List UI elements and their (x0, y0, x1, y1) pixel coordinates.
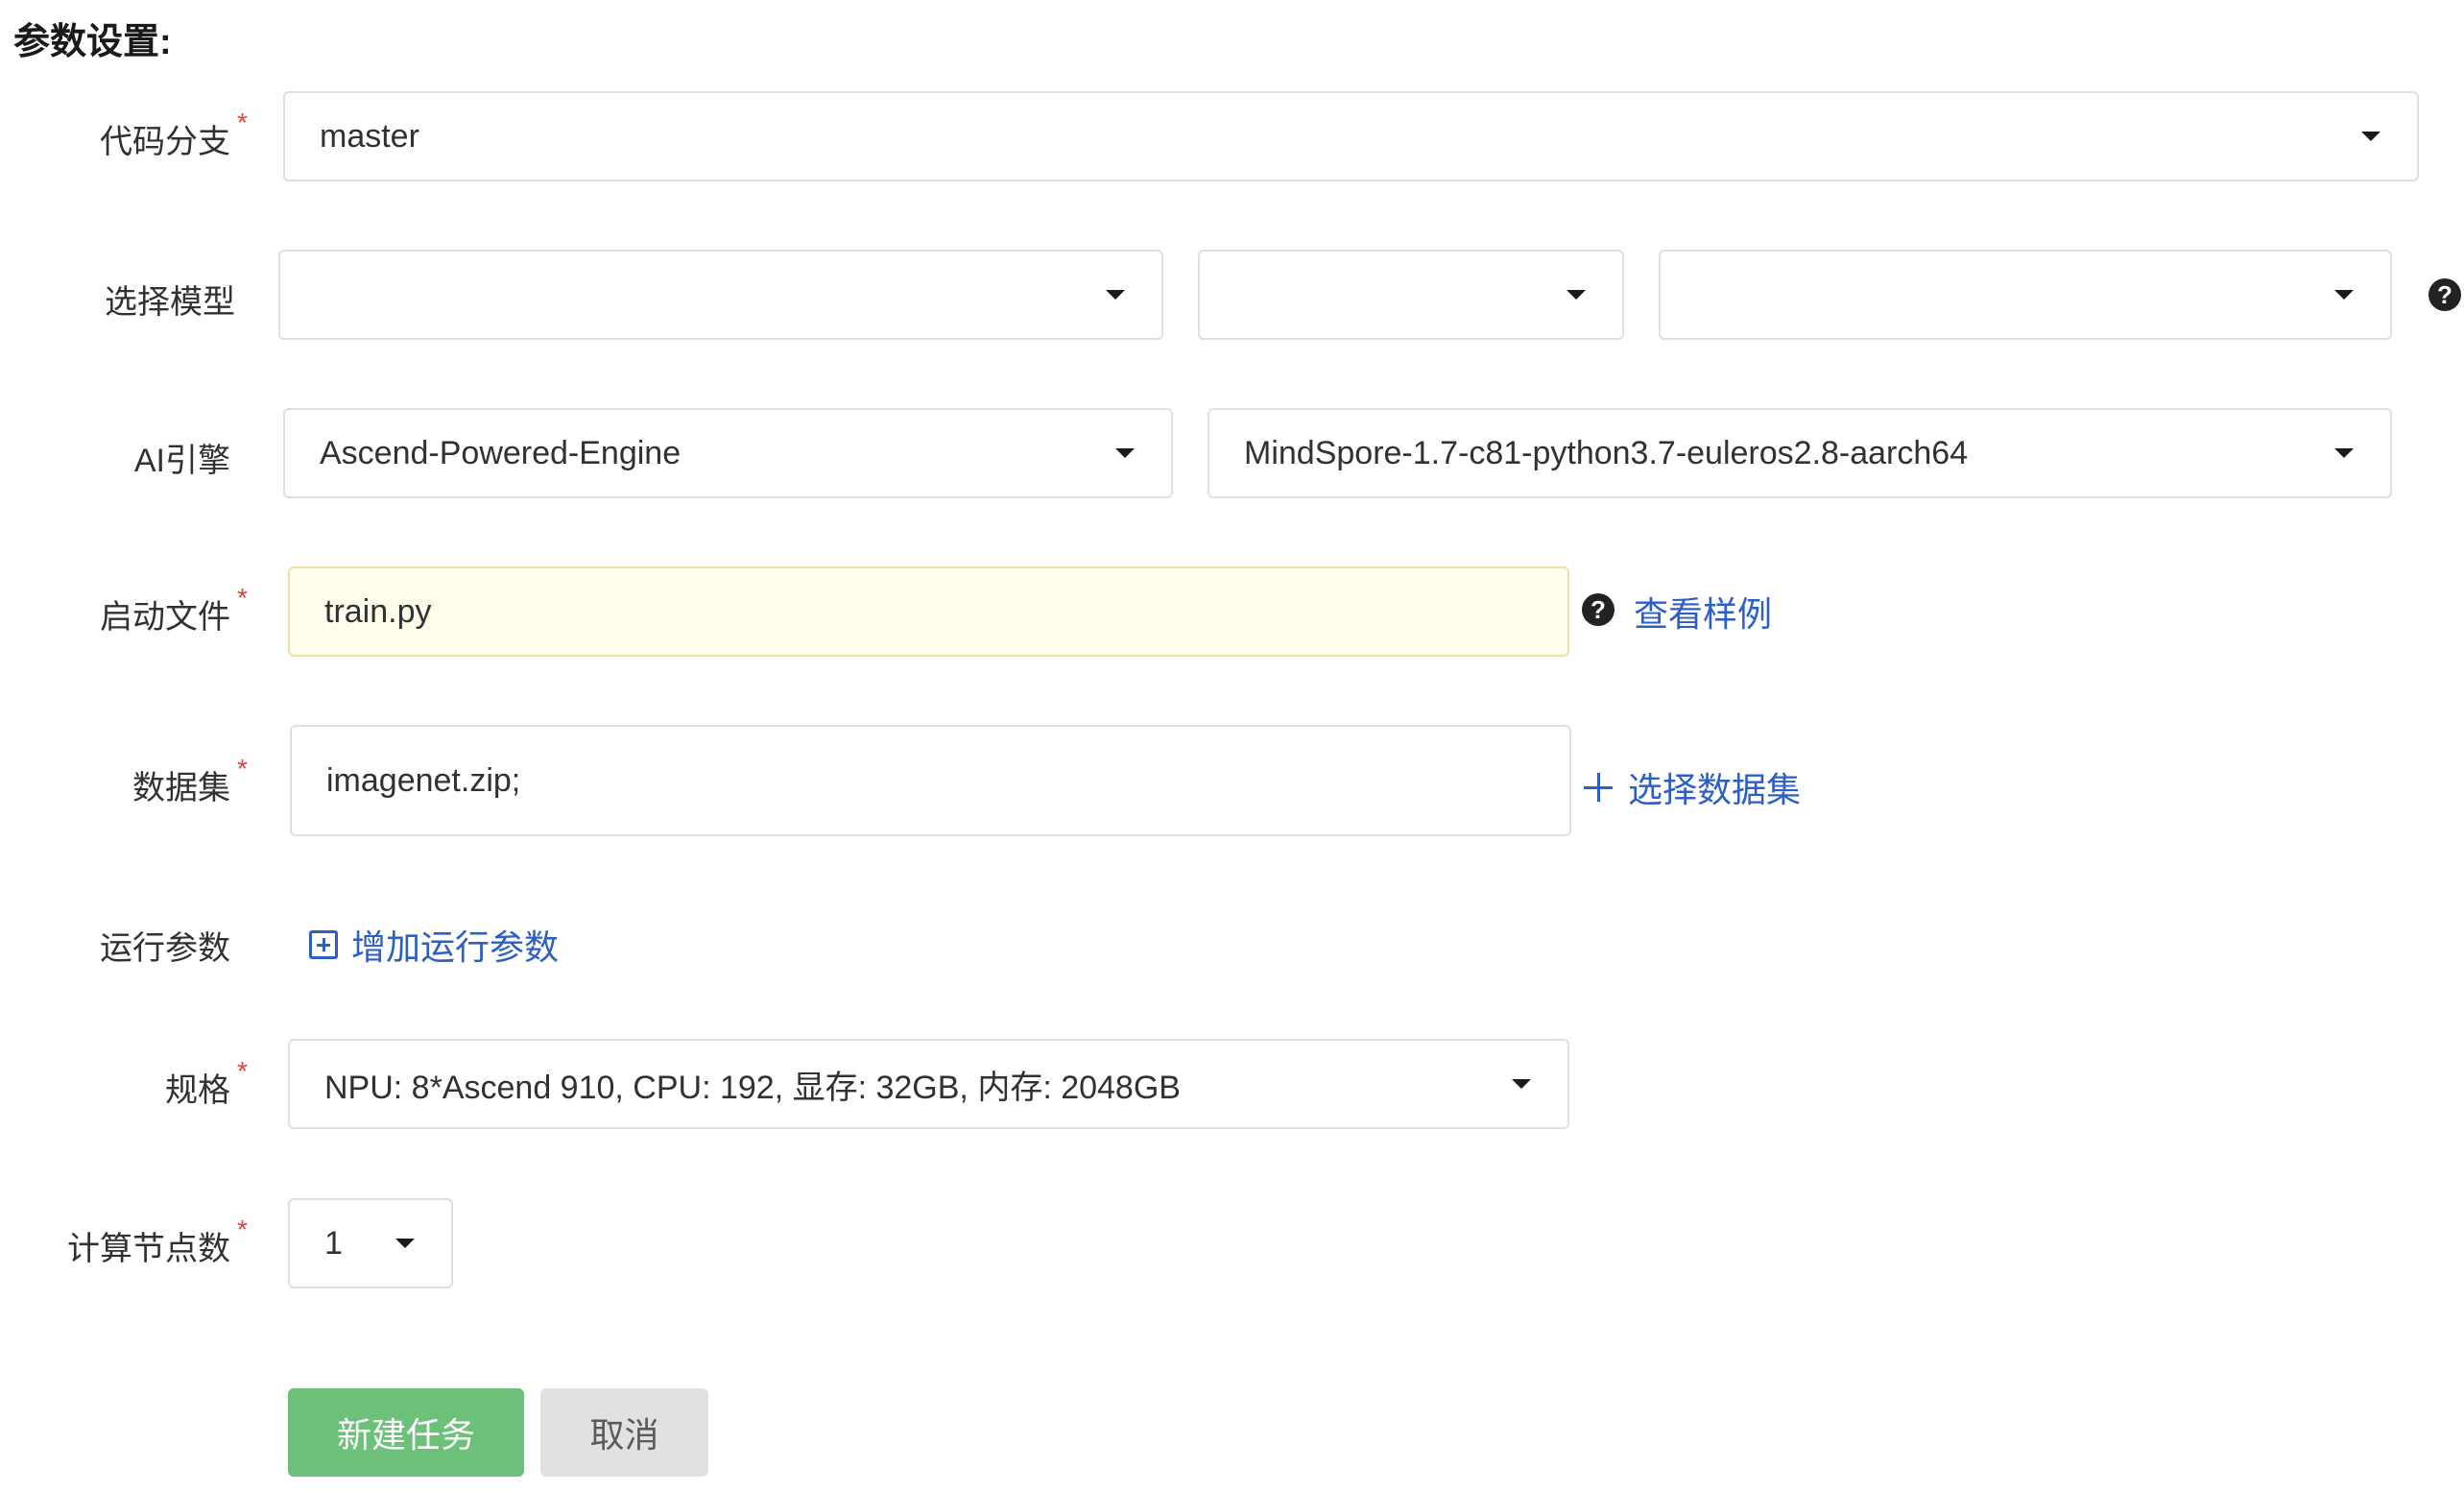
spec-label: 规格 (165, 1072, 230, 1109)
section-title: 参数设置: (13, 22, 172, 62)
image-select[interactable]: MindSpore-1.7-c81-python3.7-euleros2.8-a… (1208, 408, 2392, 498)
caret-down-icon (2334, 290, 2354, 300)
required-star: * (237, 583, 248, 613)
caret-down-icon (2361, 132, 2380, 141)
view-example-link[interactable]: 查看样例 (1634, 587, 1772, 637)
create-task-button[interactable]: 新建任务 (288, 1388, 524, 1477)
boot-file-value: train.py (324, 592, 432, 630)
branch-value: master (320, 117, 419, 155)
question-circle-icon[interactable]: ? (2428, 278, 2461, 311)
engine-value: Ascend-Powered-Engine (320, 434, 682, 471)
cancel-button[interactable]: 取消 (540, 1388, 708, 1477)
select-dataset-link[interactable]: 选择数据集 (1584, 762, 1801, 812)
required-star: * (237, 1056, 248, 1086)
branch-select[interactable]: master (283, 91, 2419, 181)
caret-down-icon (1567, 290, 1586, 300)
nodes-select[interactable]: 1 (288, 1198, 453, 1288)
add-run-param-label: 增加运行参数 (351, 927, 560, 967)
required-star: * (237, 754, 248, 783)
spec-value: NPU: 8*Ascend 910, CPU: 192, 显存: 32GB, 内… (324, 1069, 1181, 1106)
select-dataset-label: 选择数据集 (1628, 770, 1802, 809)
dataset-value: imagenet.zip; (326, 761, 521, 799)
nodes-label: 计算节点数 (67, 1231, 230, 1267)
engine-label: AI引擎 (133, 443, 230, 479)
model-select-3[interactable] (1659, 250, 2392, 340)
image-value: MindSpore-1.7-c81-python3.7-euleros2.8-a… (1244, 434, 1969, 471)
dataset-label: 数据集 (132, 770, 230, 806)
nodes-value: 1 (324, 1224, 343, 1262)
add-run-param-link[interactable]: 增加运行参数 (309, 920, 559, 970)
required-star: * (237, 1215, 248, 1244)
plus-square-icon (309, 930, 338, 959)
caret-down-icon (1115, 448, 1135, 458)
question-circle-icon[interactable]: ? (1582, 593, 1615, 626)
model-select-2[interactable] (1198, 250, 1624, 340)
plus-icon (1584, 773, 1613, 802)
spec-select[interactable]: NPU: 8*Ascend 910, CPU: 192, 显存: 32GB, 内… (288, 1039, 1569, 1129)
run-params-label: 运行参数 (100, 930, 230, 967)
required-star: * (237, 108, 248, 137)
boot-file-input[interactable]: train.py (288, 566, 1569, 657)
caret-down-icon (1106, 290, 1125, 300)
caret-down-icon (2334, 448, 2354, 458)
dataset-input[interactable]: imagenet.zip; (290, 725, 1571, 836)
model-select-1[interactable] (278, 250, 1163, 340)
model-label: 选择模型 (105, 284, 235, 321)
boot-file-label: 启动文件 (100, 599, 230, 636)
caret-down-icon (1512, 1079, 1531, 1089)
branch-label: 代码分支 (100, 124, 230, 160)
caret-down-icon (395, 1239, 415, 1248)
engine-select[interactable]: Ascend-Powered-Engine (283, 408, 1173, 498)
